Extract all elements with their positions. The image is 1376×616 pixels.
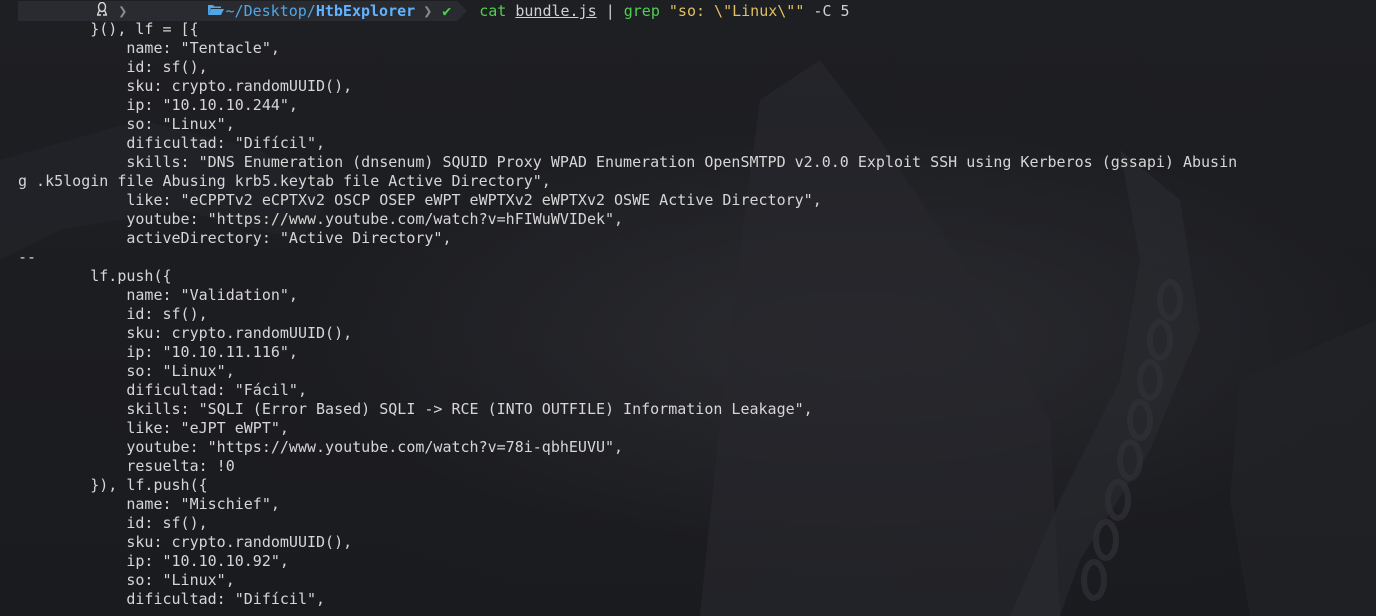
- command-grep: grep: [623, 2, 660, 20]
- output-line: activeDirectory: "Active Directory",: [18, 229, 452, 247]
- output-line: so: "Linux",: [18, 362, 235, 380]
- output-line: name: "Tentacle",: [18, 39, 280, 57]
- output-line: dificultad: "Difícil",: [18, 590, 326, 608]
- output-line: so: "Linux",: [18, 115, 235, 133]
- path-prefix: ~/Desktop/: [225, 2, 316, 20]
- command-file-arg: bundle.js: [515, 2, 597, 20]
- output-line: id: sf(),: [18, 58, 208, 76]
- output-line: sku: crypto.randomUUID(),: [18, 77, 353, 95]
- output-line: }), lf.push({: [18, 476, 208, 494]
- path-segment: ~/Desktop/HtbExplorer: [131, 1, 420, 21]
- output-line: sku: crypto.randomUUID(),: [18, 533, 353, 551]
- checkmark-icon: ✔: [436, 1, 458, 21]
- output-line: id: sf(),: [18, 305, 208, 323]
- command-pattern: "so: \"Linux\"": [668, 2, 805, 20]
- output-line: sku: crypto.randomUUID(),: [18, 324, 353, 342]
- output-line: --: [18, 248, 37, 266]
- command-flags: -C 5: [813, 2, 850, 20]
- prompt-separator: ❯: [419, 1, 437, 21]
- output-line: youtube: "https://www.youtube.com/watch?…: [18, 210, 624, 228]
- output-line: name: "Mischief",: [18, 495, 280, 513]
- output-line: ip: "10.10.11.116",: [18, 343, 298, 361]
- output-line: ip: "10.10.10.92",: [18, 552, 289, 570]
- terminal-output: }(), lf = [{ name: "Tentacle", id: sf(),…: [18, 20, 1237, 609]
- output-line: like: "eJPT eWPT",: [18, 419, 289, 437]
- output-line: lf.push({: [18, 267, 172, 285]
- output-line: id: sf(),: [18, 514, 208, 532]
- command-name: cat: [479, 2, 507, 20]
- prompt-separator: ❯: [114, 1, 132, 21]
- path-current-dir: HtbExplorer: [315, 2, 416, 20]
- output-line: like: "eCPPTv2 eCPTXv2 OSCP OSEP eWPT eW…: [18, 191, 822, 209]
- output-line: skills: "SQLI (Error Based) SQLI -> RCE …: [18, 400, 813, 418]
- command-pipe: |: [605, 2, 615, 20]
- output-line: }(), lf = [{: [18, 20, 199, 38]
- output-line: dificultad: "Difícil",: [18, 134, 326, 152]
- prompt-arrow-end: [457, 1, 468, 21]
- output-line: youtube: "https://www.youtube.com/watch?…: [18, 438, 624, 456]
- output-line: so: "Linux",: [18, 571, 235, 589]
- output-line: dificultad: "Fácil",: [18, 381, 307, 399]
- output-line: skills: "DNS Enumeration (dnsenum) SQUID…: [18, 153, 1238, 171]
- output-line: resuelta: !0: [18, 457, 235, 475]
- shell-prompt: ❯ ~/Desktop/HtbExplorer ❯ ✔ cat bundle.j…: [18, 1, 850, 21]
- output-line: name: "Validation",: [18, 286, 298, 304]
- os-segment: [18, 1, 115, 21]
- terminal-window[interactable]: ❯ ~/Desktop/HtbExplorer ❯ ✔ cat bundle.j…: [0, 0, 1376, 616]
- command-input[interactable]: cat bundle.js | grep "so: \"Linux\"" -C …: [479, 2, 849, 20]
- output-line: ip: "10.10.10.244",: [18, 96, 298, 114]
- output-line: g .k5login file Abusing krb5.keytab file…: [18, 172, 551, 190]
